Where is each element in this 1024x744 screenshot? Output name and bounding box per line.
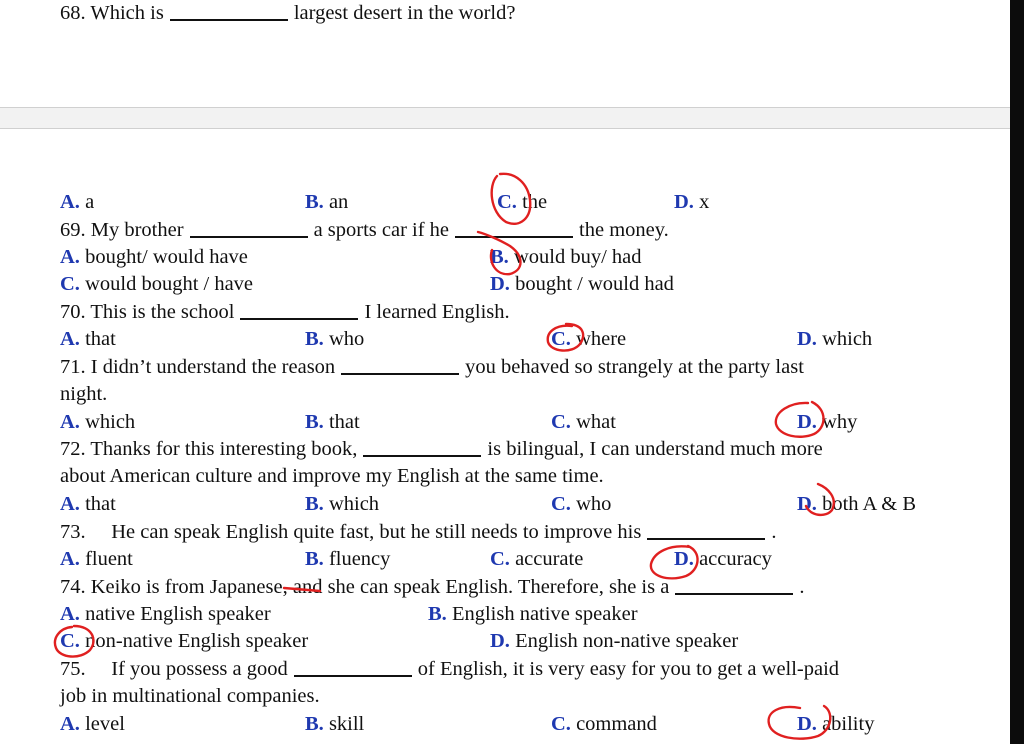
question-71-line-2: night. [60,383,108,405]
question-71: 71. I didn’t understand the reason you be… [60,356,804,378]
answer-blank [341,373,460,375]
q73-option-a: A. fluent [60,548,133,570]
q71-option-a: A. which [60,411,136,433]
question-72: 72. Thanks for this interesting book, is … [60,438,823,460]
q71-option-c: C. what [551,411,616,433]
page-break [0,107,1010,129]
answer-blank [647,538,766,540]
q74-option-c: C. non-native English speaker [60,630,309,652]
page-edge [1010,0,1024,744]
question-70: 70. This is the school I learned English. [60,301,510,323]
q74-option-a: A. native English speaker [60,603,271,625]
question-75-line-2: job in multinational companies. [60,685,320,707]
q72-option-c: C. who [551,493,612,515]
q68-option-a: A. a [60,191,95,213]
q68-option-c: C. the [497,191,548,213]
answer-blank [240,318,359,320]
q72-option-d: D. both A & B [797,493,917,515]
q70-option-b: B. who [305,328,365,350]
q74-option-b: B. English native speaker [428,603,638,625]
q70-option-d: D. which [797,328,873,350]
q73-option-c: C. accurate [490,548,584,570]
q74-option-d: D. English non-native speaker [490,630,739,652]
q68-option-d: D. x [674,191,710,213]
answer-blank [169,19,288,21]
q69-option-d: D. bought / would had [490,273,674,295]
question-72-line-2: about American culture and improve my En… [60,465,604,487]
q69-option-b: B. would buy/ had [490,246,642,268]
question-75: 75. If you possess a good of English, it … [60,658,840,680]
answer-blank [363,455,482,457]
question-68: 68. Which is largest desert in the world? [60,2,516,24]
question-74: 74. Keiko is from Japanese, and she can … [60,576,805,598]
answer-blank [189,236,308,238]
q71-option-d: D. why [797,411,858,433]
q75-option-c: C. command [551,713,657,735]
q75-option-d: D. ability [797,713,875,735]
q70-option-a: A. that [60,328,116,350]
answer-blank [455,236,574,238]
q72-option-a: A. that [60,493,116,515]
q75-option-a: A. level [60,713,125,735]
q72-option-b: B. which [305,493,380,515]
q69-option-a: A. bought/ would have [60,246,248,268]
question-73: 73. He can speak English quite fast, but… [60,521,777,543]
q68-option-b: B. an [305,191,349,213]
q71-option-b: B. that [305,411,360,433]
question-69: 69. My brother a sports car if he the mone… [60,219,669,241]
q73-option-d: D. accuracy [674,548,772,570]
answer-blank [675,593,794,595]
q70-option-c: C. where [551,328,627,350]
q73-option-b: B. fluency [305,548,391,570]
q69-option-c: C. would bought / have [60,273,254,295]
answer-blank [293,675,412,677]
q75-option-b: B. skill [305,713,365,735]
